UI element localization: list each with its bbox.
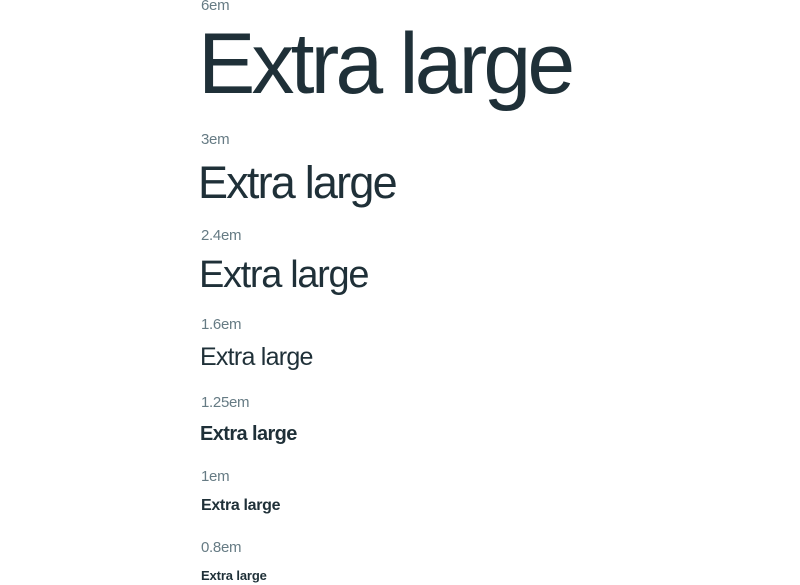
sample-text-6em: Extra large bbox=[198, 16, 575, 112]
size-label-6em: 6em bbox=[201, 0, 230, 14]
sample-text-2-4em: Extra large bbox=[199, 254, 369, 296]
size-label-2-4em: 2.4em bbox=[201, 227, 242, 244]
size-label-3em: 3em bbox=[201, 131, 230, 148]
type-scale-page: 6em Extra large 3em Extra large 2.4em Ex… bbox=[0, 0, 800, 585]
size-label-1-6em: 1.6em bbox=[201, 316, 242, 333]
sample-text-0-8em: Extra large bbox=[201, 568, 267, 583]
sample-text-1em: Extra large bbox=[201, 497, 281, 514]
sample-text-3em: Extra large bbox=[198, 157, 398, 208]
size-label-1em: 1em bbox=[201, 468, 230, 485]
sample-text-1-25em: Extra large bbox=[200, 423, 297, 445]
sample-text-1-6em: Extra large bbox=[200, 343, 313, 371]
size-label-1-25em: 1.25em bbox=[201, 394, 250, 411]
size-label-0-8em: 0.8em bbox=[201, 539, 242, 556]
